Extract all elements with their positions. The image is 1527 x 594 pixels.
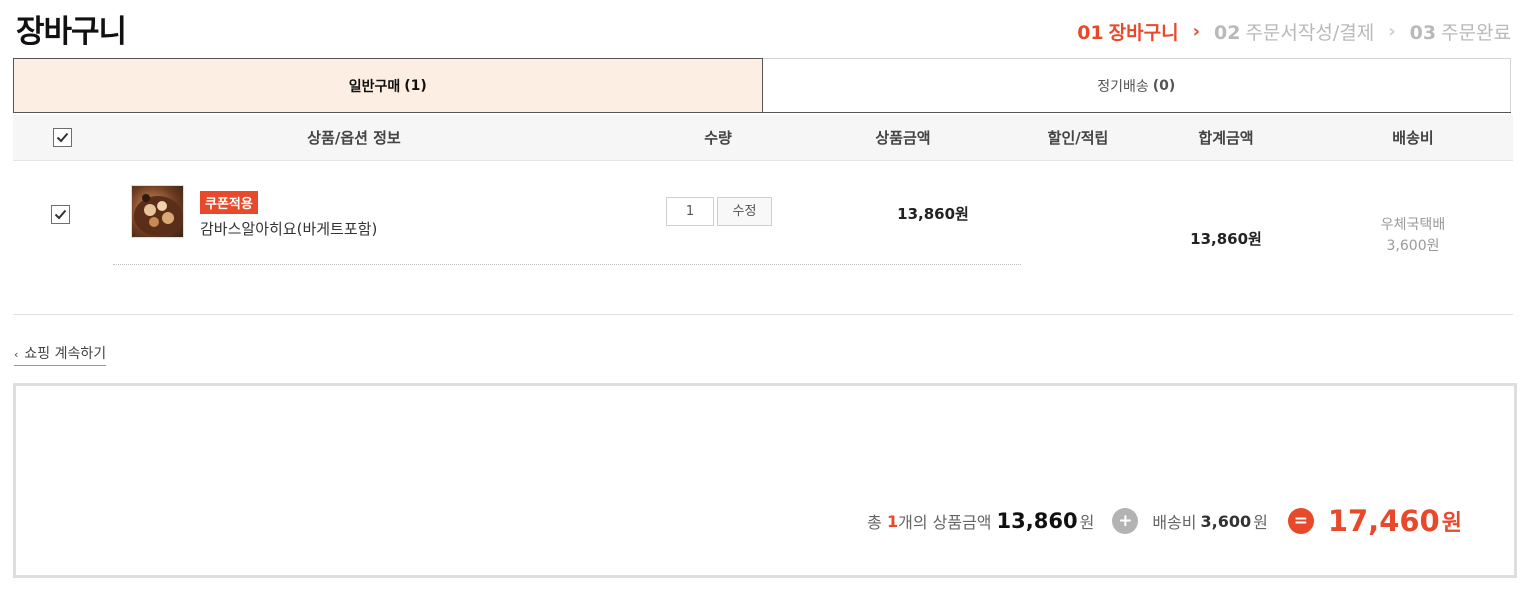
divider xyxy=(113,264,1021,265)
step-order-form: 02 주문서작성/결제 xyxy=(1213,22,1375,44)
header-discount: 할인/적립 xyxy=(1047,129,1109,147)
modify-quantity-button[interactable]: 수정 xyxy=(717,197,772,226)
chevron-left-icon: ‹ xyxy=(14,348,19,361)
grand-total-amount: 17,460 xyxy=(1327,504,1440,538)
order-summary: 총 1 개의 상품금액 13,860 원 + 배송비 3,600 원 = 17,460… xyxy=(867,504,1462,538)
cart-item-row: 쿠폰적용 감바스알아히요(바게트포함) 1 수정 13,860원 13,860원… xyxy=(13,161,1513,315)
header-product-info: 상품/옵션 정보 xyxy=(307,129,401,147)
header-product-price: 상품금액 xyxy=(875,129,931,147)
plus-icon: + xyxy=(1112,508,1139,534)
product-name[interactable]: 감바스알아히요(바게트포함) xyxy=(200,218,377,239)
header-shipping: 배송비 xyxy=(1392,129,1434,147)
check-icon xyxy=(54,209,67,220)
step-order-complete: 03 주문완료 xyxy=(1409,22,1511,44)
purchase-type-tabs: 일반구매 (1) 정기배송 (0) xyxy=(13,58,1511,113)
item-checkbox[interactable] xyxy=(51,205,70,224)
quantity-input[interactable]: 1 xyxy=(666,197,714,226)
page-title: 장바구니 xyxy=(16,14,127,50)
shipping-fee: 3,600원 xyxy=(1386,238,1440,254)
tab-subscription[interactable]: 정기배송 (0) xyxy=(762,58,1511,112)
equals-icon: = xyxy=(1287,508,1314,534)
header-total-price: 합계금액 xyxy=(1198,129,1254,147)
order-steps: 01 장바구니 › 02 주문서작성/결제 › 03 주문완료 xyxy=(1077,18,1511,45)
cart-table-header: 상품/옵션 정보 수량 상품금액 할인/적립 합계금액 배송비 xyxy=(13,115,1513,161)
coupon-applied-badge: 쿠폰적용 xyxy=(200,191,258,214)
check-icon xyxy=(56,132,68,143)
step-cart: 01 장바구니 xyxy=(1077,22,1179,44)
chevron-right-icon: › xyxy=(1388,21,1396,42)
product-total-amount: 13,860 xyxy=(996,509,1078,533)
item-total-price: 13,860원 xyxy=(1190,230,1262,248)
select-all-checkbox[interactable] xyxy=(52,128,72,147)
item-count: 1 xyxy=(886,511,899,531)
product-price: 13,860원 xyxy=(897,205,969,223)
header-quantity: 수량 xyxy=(704,129,732,147)
chevron-right-icon: › xyxy=(1192,21,1200,42)
shipping-method: 우체국택배 xyxy=(1380,217,1446,233)
shipping-total-amount: 3,600 xyxy=(1200,511,1252,531)
tab-regular-purchase[interactable]: 일반구매 (1) xyxy=(13,58,763,112)
product-thumbnail[interactable] xyxy=(131,185,184,238)
continue-shopping-link[interactable]: ‹ 쇼핑 계속하기 xyxy=(14,343,107,366)
order-summary-box: 총 1 개의 상품금액 13,860 원 + 배송비 3,600 원 = 17,460… xyxy=(13,383,1517,578)
